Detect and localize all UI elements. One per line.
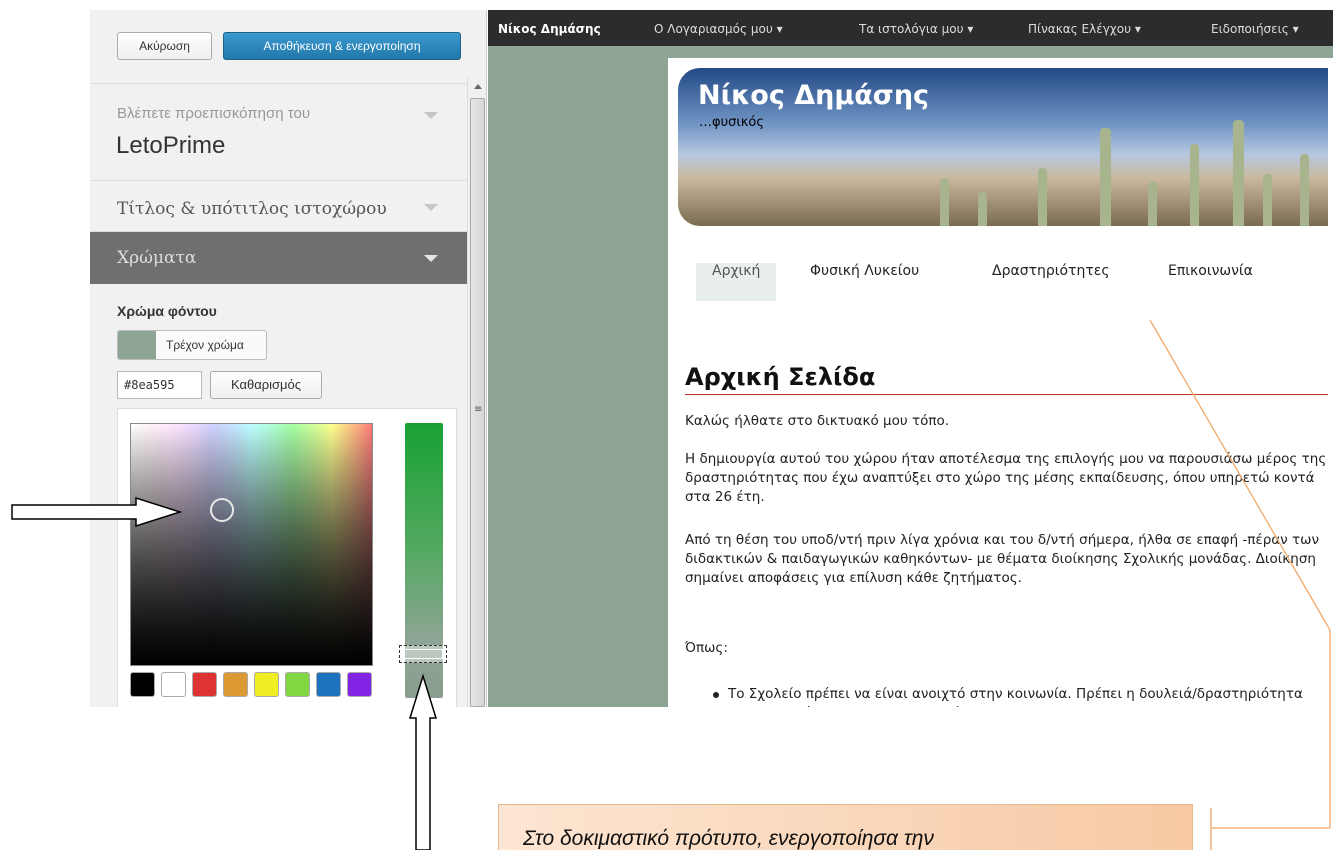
admin-bar-notifications[interactable]: Ειδοποιήσεις ▾ [1211, 22, 1299, 36]
article-bullet: Το Σχολείο πρέπει να είναι ανοιχτό στην … [728, 686, 1303, 707]
article-title: Αρχική Σελίδα [685, 363, 876, 391]
current-color-swatch [118, 331, 156, 359]
nav-item-home[interactable]: Αρχική [696, 263, 777, 301]
palette-swatch[interactable] [161, 672, 186, 697]
article-paragraph: Όπως: [685, 640, 728, 656]
customizer-header: Ακύρωση Αποθήκευση & ενεργοποίηση [90, 24, 467, 84]
site-preview: Νίκος Δημάσης Ο Λογαριασμός μου ▾ Τα ιστ… [488, 10, 1333, 707]
scrollbar-thumb[interactable]: ≡ [470, 98, 485, 707]
article-paragraph: Η δημιουργία αυτού του χώρου ήταν αποτέλ… [685, 451, 1327, 505]
title-divider [685, 394, 1328, 395]
bullet-dot-icon [713, 692, 719, 698]
palette-swatch[interactable] [285, 672, 310, 697]
background-color-title: Χρώμα φόντου [117, 303, 217, 319]
save-activate-button[interactable]: Αποθήκευση & ενεργοποίηση [223, 32, 461, 60]
nav-item-contact[interactable]: Επικοινωνία [1152, 263, 1269, 301]
admin-bar-dashboard[interactable]: Πίνακας Ελέγχου ▾ [1028, 22, 1141, 36]
page-content: Νίκος Δημάσης …φυσικός Αρχική Φυσική Λυκ… [668, 58, 1333, 707]
preview-label: Βλέπετε προεπισκόπηση του [117, 105, 311, 122]
palette-swatch[interactable] [347, 672, 372, 697]
admin-bar-site-name[interactable]: Νίκος Δημάσης [498, 22, 601, 36]
current-color-button[interactable]: Τρέχον χρώμα [117, 330, 267, 360]
hue-slider-handle[interactable] [399, 645, 447, 663]
scroll-up-arrow-icon[interactable] [474, 84, 482, 89]
header-banner-image[interactable]: Νίκος Δημάσης …φυσικός [678, 68, 1328, 226]
palette-swatch[interactable] [254, 672, 279, 697]
section-colors-label: Χρώματα [117, 248, 197, 268]
admin-bar-my-blogs[interactable]: Τα ιστολόγια μου ▾ [859, 22, 973, 36]
theme-name: LetoPrime [116, 132, 226, 159]
current-color-label: Τρέχον χρώμα [166, 338, 244, 352]
nav-item-physics[interactable]: Φυσική Λυκείου [794, 263, 935, 301]
admin-bar: Νίκος Δημάσης Ο Λογαριασμός μου ▾ Τα ιστ… [488, 10, 1333, 46]
chevron-down-icon [424, 255, 438, 262]
saturation-area[interactable] [130, 423, 373, 666]
hex-color-input[interactable]: #8ea595 [117, 371, 202, 399]
theme-preview-section[interactable]: Βλέπετε προεπισκόπηση του LetoPrime [90, 85, 467, 181]
palette-swatch[interactable] [316, 672, 341, 697]
palette-swatch[interactable] [130, 672, 155, 697]
cancel-button[interactable]: Ακύρωση [117, 32, 212, 60]
article-paragraph: Καλώς ήλθατε στο δικτυακό μου τόπο. [685, 413, 950, 429]
section-site-title[interactable]: Τίτλος & υπότιτλος ιστοχώρου [90, 182, 467, 232]
saturation-handle[interactable] [210, 498, 234, 522]
hue-slider[interactable] [399, 423, 447, 698]
panel-scrollbar[interactable]: ≡ [467, 78, 486, 707]
article-paragraph: Από τη θέση του υποδ/ντή πριν λίγα χρόνι… [685, 532, 1319, 586]
site-tagline: …φυσικός [699, 115, 764, 130]
palette-swatch[interactable] [223, 672, 248, 697]
customizer-panel: Ακύρωση Αποθήκευση & ενεργοποίηση Βλέπετ… [90, 10, 487, 707]
callout-text: Στο δοκιμαστικό πρότυπο, ενεργοποίησα τη… [523, 827, 934, 850]
annotation-callout: Στο δοκιμαστικό πρότυπο, ενεργοποίησα τη… [498, 804, 1193, 850]
site-title[interactable]: Νίκος Δημάσης [698, 80, 929, 111]
chevron-down-icon [424, 112, 438, 119]
admin-bar-my-account[interactable]: Ο Λογαριασμός μου ▾ [654, 22, 783, 36]
section-site-title-label: Τίτλος & υπότιτλος ιστοχώρου [117, 199, 387, 219]
color-picker [117, 408, 457, 707]
grip-icon: ≡ [474, 404, 483, 415]
palette-swatch[interactable] [192, 672, 217, 697]
nav-item-activities[interactable]: Δραστηριότητες [976, 263, 1126, 301]
color-palette [130, 672, 380, 702]
section-colors[interactable]: Χρώματα [90, 232, 467, 284]
chevron-down-icon [424, 204, 438, 211]
clear-color-button[interactable]: Καθαρισμός [210, 371, 322, 399]
